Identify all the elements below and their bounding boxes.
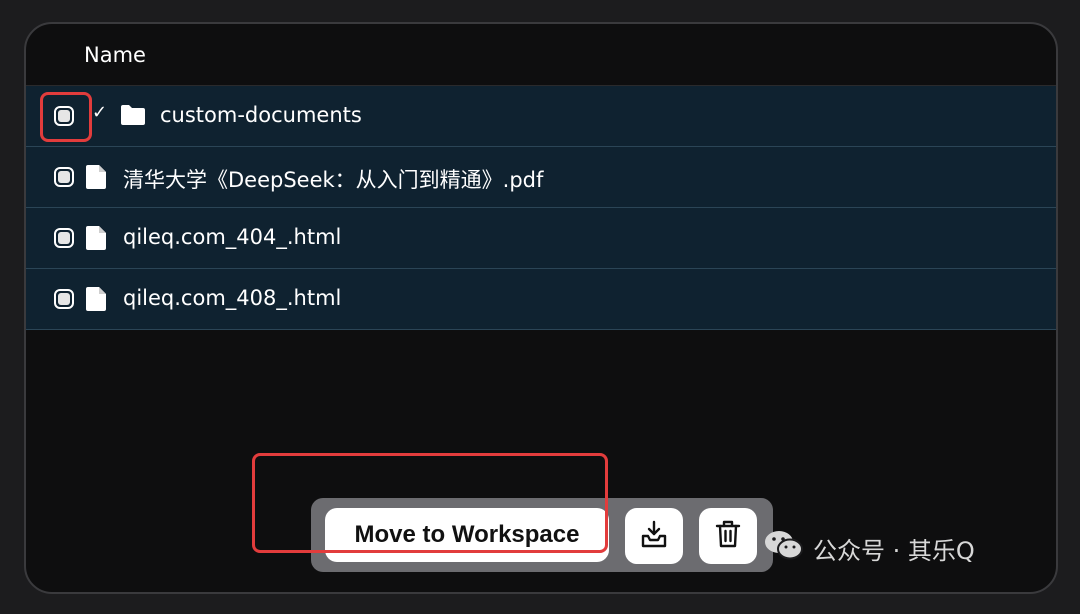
file-icon: [86, 287, 106, 316]
column-header-name[interactable]: Name: [26, 24, 1056, 86]
row-checkbox[interactable]: [54, 289, 74, 309]
delete-button[interactable]: [699, 508, 757, 564]
check-icon: ✓: [92, 102, 108, 123]
checkbox-fill: [58, 293, 70, 305]
row-name: custom-documents: [160, 103, 362, 127]
download-tray-icon: [639, 519, 669, 553]
row-name: qileq.com_404_.html: [123, 225, 342, 249]
highlight-box-checkbox: [40, 92, 92, 142]
row-checkbox[interactable]: [54, 167, 74, 187]
table-row-file[interactable]: 清华大学《DeepSeek：从入门到精通》.pdf: [26, 147, 1056, 208]
table-row-file[interactable]: qileq.com_408_.html: [26, 269, 1056, 330]
trash-icon: [714, 519, 742, 553]
table-row-file[interactable]: qileq.com_404_.html: [26, 208, 1056, 269]
file-icon: [86, 226, 106, 255]
file-icon: [86, 165, 106, 194]
row-checkbox[interactable]: [54, 228, 74, 248]
checkbox-fill: [58, 232, 70, 244]
highlight-box-move-button: [252, 453, 608, 553]
row-name: 清华大学《DeepSeek：从入门到精通》.pdf: [123, 168, 544, 192]
watermark: 公众号 · 其乐Q: [763, 528, 975, 568]
row-name: qileq.com_408_.html: [123, 286, 342, 310]
download-button[interactable]: [625, 508, 683, 564]
wechat-icon: [763, 528, 805, 568]
table-row-folder[interactable]: ✓ custom-documents: [26, 86, 1056, 147]
folder-icon: [120, 104, 146, 131]
checkbox-fill: [58, 171, 70, 183]
watermark-text: 公众号 · 其乐Q: [813, 536, 975, 565]
